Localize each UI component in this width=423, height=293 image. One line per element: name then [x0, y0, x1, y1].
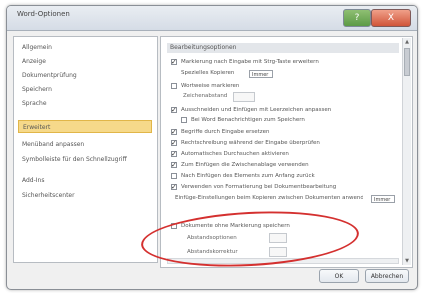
paste-settings-select[interactable]: Immer — [371, 195, 395, 203]
scroll-up-icon[interactable]: ▲ — [403, 38, 411, 46]
checkbox[interactable] — [181, 117, 187, 123]
close-icon: X — [387, 13, 395, 23]
sidebar-item-sicherheitscenter[interactable]: Sicherheitscenter — [18, 189, 152, 202]
screenshot-page: Word-Optionen ? X Allgemein Anzeige Doku… — [0, 0, 423, 293]
help-icon: ? — [354, 13, 360, 23]
option-label: Markierung nach Eingabe mit Strg-Taste e… — [181, 59, 319, 65]
option-label: Ausschneiden und Einfügen mit Leerzeiche… — [181, 107, 332, 113]
sidebar-item-menueband[interactable]: Menüband anpassen — [18, 138, 152, 151]
disabled-field — [233, 92, 255, 102]
paste-select[interactable]: Immer — [249, 70, 273, 78]
checkbox[interactable] — [171, 149, 177, 159]
option-label: Zum Einfügen die Zwischenablage verwende… — [181, 162, 309, 168]
sidebar-item-addins[interactable]: Add-Ins — [18, 174, 152, 187]
sidebar-item-erweitert[interactable]: Erweitert — [18, 120, 152, 133]
option-label: Verwenden von Formatierung bei Dokumentb… — [181, 184, 337, 190]
checkbox[interactable] — [171, 138, 177, 148]
sidebar-item-allgemein[interactable]: Allgemein — [18, 41, 152, 54]
checkbox[interactable] — [171, 105, 177, 115]
option-label: Begriffe durch Eingabe ersetzen — [181, 129, 270, 135]
close-button[interactable]: X — [371, 9, 411, 27]
option-label: Spezielles Kopieren — [181, 70, 235, 76]
option-label: Rechtschreibung während der Eingabe über… — [181, 140, 320, 146]
option-label: Automatisches Durchsuchen aktivieren — [181, 151, 289, 157]
help-button[interactable]: ? — [343, 9, 371, 27]
option-label: Nach Einfügen des Elements zum Anfang zu… — [181, 173, 315, 179]
vertical-scrollbar[interactable]: ▲ ▼ — [402, 38, 411, 265]
checkbox[interactable] — [171, 160, 177, 170]
checkbox[interactable] — [171, 57, 177, 67]
ok-button[interactable]: OK — [319, 269, 359, 283]
paste-settings-row: Einfüge-Einstellungen beim Kopieren zwis… — [175, 193, 363, 203]
sidebar-item-speichern[interactable]: Speichern — [18, 83, 152, 96]
checkbox[interactable] — [171, 182, 177, 192]
scroll-down-icon[interactable]: ▼ — [403, 257, 411, 265]
sidebar-item-dokumentpruefung[interactable]: Dokumentprüfung — [18, 69, 152, 82]
scroll-thumb[interactable] — [404, 48, 410, 76]
category-sidebar: Allgemein Anzeige Dokumentprüfung Speich… — [13, 36, 158, 263]
checkbox[interactable] — [171, 173, 177, 179]
checkbox[interactable] — [171, 127, 177, 137]
option-label: Bei Word Benachrichtigen zum Speichern — [191, 117, 305, 123]
sidebar-item-schnellzugriff[interactable]: Symbolleiste für den Schnellzugriff — [18, 153, 152, 166]
cancel-button[interactable]: Abbrechen — [365, 269, 409, 283]
section-header: Bearbeitungsoptionen — [167, 43, 399, 53]
dialog-title: Word-Optionen — [17, 10, 70, 18]
title-bar: Word-Optionen ? X — [7, 6, 417, 31]
disabled-row-label: Zeichenabstand — [183, 93, 228, 99]
sidebar-item-sprache[interactable]: Sprache — [18, 97, 152, 110]
option-label: Einfüge-Einstellungen beim Kopieren zwis… — [175, 195, 363, 201]
checkbox[interactable] — [171, 83, 177, 89]
option-label: Wortweise markieren — [181, 83, 240, 89]
sidebar-item-anzeige[interactable]: Anzeige — [18, 55, 152, 68]
